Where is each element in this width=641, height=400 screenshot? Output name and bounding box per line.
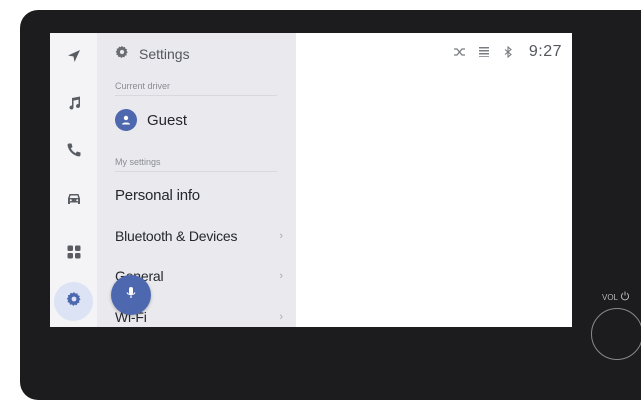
app-rail xyxy=(50,33,98,327)
divider xyxy=(115,95,277,96)
voice-assistant-button[interactable] xyxy=(111,275,151,315)
volume-label: VOL xyxy=(602,291,630,303)
driver-name: Guest xyxy=(147,111,188,129)
car-icon xyxy=(66,191,82,212)
rail-item-settings[interactable] xyxy=(54,282,93,321)
no-signal-icon xyxy=(453,46,467,58)
navigation-icon xyxy=(66,48,82,69)
settings-gear-icon xyxy=(66,291,82,312)
microphone-icon xyxy=(124,286,138,305)
settings-header: Settings xyxy=(115,45,190,63)
status-bar: 9:27 xyxy=(453,43,562,61)
chevron-right-icon: › xyxy=(279,230,283,242)
my-settings-label: My settings xyxy=(115,157,161,167)
apps-grid-icon xyxy=(66,244,82,265)
current-driver-label: Current driver xyxy=(115,81,171,91)
avatar xyxy=(115,109,137,131)
rail-item-phone[interactable] xyxy=(54,133,93,172)
rail-item-apps[interactable] xyxy=(54,235,93,274)
chevron-right-icon: › xyxy=(279,270,283,282)
menu-item-personal-info[interactable]: Personal info xyxy=(115,185,285,205)
infotainment-screen: Settings Current driver Guest My setting… xyxy=(50,33,572,327)
volume-label-text: VOL xyxy=(602,292,619,302)
menu-item-label: Personal info xyxy=(115,186,200,204)
divider xyxy=(115,171,277,172)
menu-item-label: Bluetooth & Devices xyxy=(115,228,238,244)
music-icon xyxy=(66,95,82,116)
chevron-right-icon: › xyxy=(279,311,283,323)
dcm-icon xyxy=(477,46,491,58)
page-title: Settings xyxy=(139,46,190,62)
volume-knob[interactable] xyxy=(591,308,641,360)
current-driver-button[interactable]: Guest xyxy=(115,109,187,131)
bluetooth-icon xyxy=(501,46,515,58)
phone-icon xyxy=(66,142,82,163)
menu-item-bluetooth-devices[interactable]: Bluetooth & Devices › xyxy=(115,226,285,246)
settings-gear-icon xyxy=(115,45,139,64)
rail-item-navigation[interactable] xyxy=(54,39,93,78)
clock: 9:27 xyxy=(528,43,562,60)
rail-item-music[interactable] xyxy=(54,86,93,125)
power-icon xyxy=(618,291,630,303)
rail-item-vehicle[interactable] xyxy=(54,182,93,221)
